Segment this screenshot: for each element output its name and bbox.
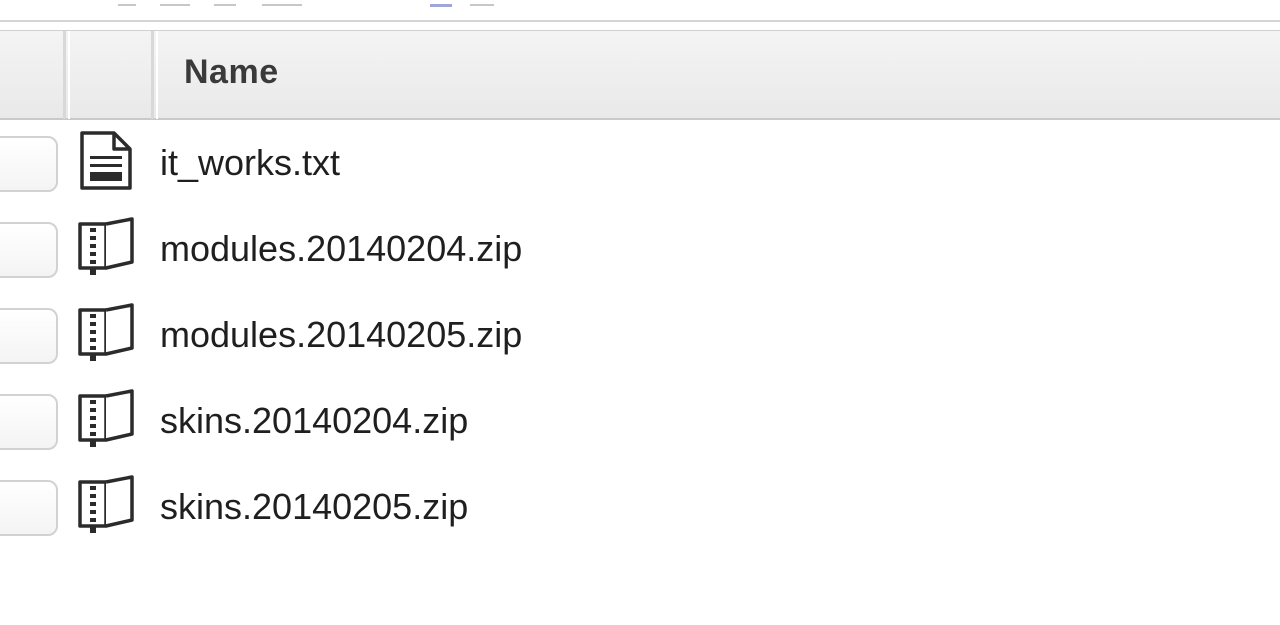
row-checkbox[interactable]: [0, 136, 58, 192]
active-tab-indicator[interactable]: [430, 0, 452, 7]
table-header: Name: [0, 30, 1280, 120]
file-name[interactable]: modules.20140205.zip: [160, 314, 522, 356]
toolbar-fragment: [214, 0, 236, 6]
file-row[interactable]: modules.20140205.zip: [0, 292, 1280, 378]
select-column-header[interactable]: [0, 31, 66, 119]
file-name[interactable]: skins.20140205.zip: [160, 486, 468, 528]
file-name[interactable]: skins.20140204.zip: [160, 400, 468, 442]
file-list: it_works.txt modules.20140204.zip module…: [0, 120, 1280, 550]
icon-column-header[interactable]: [68, 31, 154, 119]
file-name[interactable]: modules.20140204.zip: [160, 228, 522, 270]
file-browser: Name it_works.txt modules.20140204.zip m…: [0, 0, 1280, 625]
file-row[interactable]: skins.20140205.zip: [0, 464, 1280, 550]
file-row[interactable]: modules.20140204.zip: [0, 206, 1280, 292]
cropped-toolbar: [0, 0, 1280, 20]
file-row[interactable]: skins.20140204.zip: [0, 378, 1280, 464]
row-checkbox[interactable]: [0, 222, 58, 278]
toolbar-fragment: [160, 0, 190, 6]
row-checkbox[interactable]: [0, 308, 58, 364]
name-column-label: Name: [184, 53, 279, 91]
file-name[interactable]: it_works.txt: [160, 142, 340, 184]
toolbar-fragment: [118, 0, 136, 6]
divider: [0, 20, 1280, 22]
toolbar-fragment: [262, 0, 302, 6]
row-checkbox[interactable]: [0, 480, 58, 536]
zip-file-icon: [78, 475, 134, 533]
zip-file-icon: [78, 389, 134, 447]
row-checkbox[interactable]: [0, 394, 58, 450]
text-file-icon: [80, 131, 132, 190]
zip-file-icon: [78, 217, 134, 275]
toolbar-fragment: [470, 0, 494, 6]
name-column-header[interactable]: Name: [156, 31, 1280, 119]
file-row[interactable]: it_works.txt: [0, 120, 1280, 206]
zip-file-icon: [78, 303, 134, 361]
